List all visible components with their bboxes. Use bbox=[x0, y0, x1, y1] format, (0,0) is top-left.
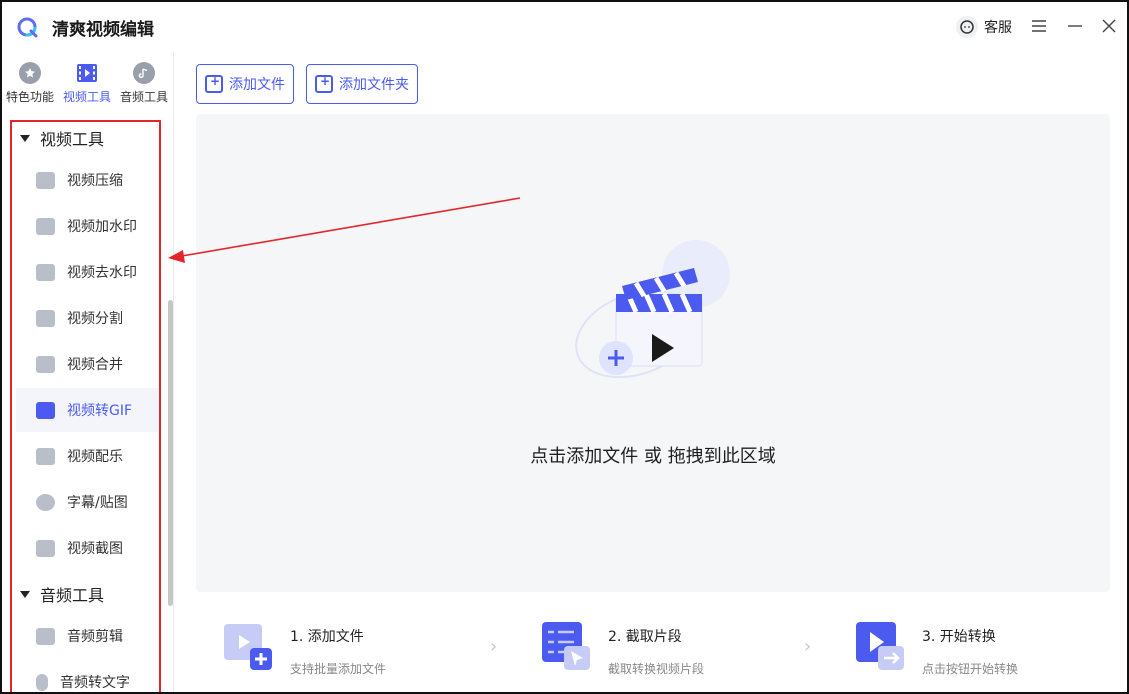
menu-icon bbox=[1032, 20, 1046, 32]
tab-video-tools-label: 视频工具 bbox=[62, 90, 111, 104]
tool-item-label: 视频配乐 bbox=[67, 449, 123, 465]
caret-down-icon bbox=[20, 134, 30, 142]
tool-item-video-screenshot[interactable]: 视频截图 bbox=[16, 526, 158, 570]
clapperboard-illustration-icon bbox=[575, 240, 730, 379]
tool-item-label: 视频分割 bbox=[67, 311, 123, 327]
screenshot-icon bbox=[36, 539, 55, 557]
tool-item-video-to-gif[interactable]: 视频转GIF bbox=[16, 388, 158, 432]
video-compress-icon bbox=[36, 171, 55, 189]
add-file-button[interactable]: 添加文件 bbox=[196, 64, 294, 104]
sidebar: 特色功能 视频工具 音频工具 视频工具 视频压缩 视频加水印 视频去水印 视频分… bbox=[2, 52, 174, 692]
menu-button[interactable] bbox=[1028, 14, 1050, 38]
minimize-button[interactable] bbox=[1064, 14, 1086, 38]
customer-service-button[interactable]: 客服 bbox=[956, 16, 1012, 38]
video-music-icon bbox=[36, 447, 55, 465]
tool-item-label: 视频转GIF bbox=[67, 403, 133, 419]
tool-item-video-compress[interactable]: 视频压缩 bbox=[16, 158, 158, 202]
video-icon bbox=[76, 62, 98, 84]
audio-tools-section-toggle[interactable]: 音频工具 bbox=[20, 582, 104, 606]
step-add-file: 1. 添加文件 支持批量添加文件 bbox=[222, 620, 386, 677]
tool-item-label: 音频转文字 bbox=[60, 675, 130, 691]
step-3-desc: 点击按钮开始转换 bbox=[922, 662, 1019, 676]
app-title: 清爽视频编辑 bbox=[52, 20, 154, 40]
step-2-desc: 截取转换视频片段 bbox=[608, 662, 705, 676]
start-convert-step-icon bbox=[856, 622, 904, 670]
app-window: 清爽视频编辑 客服 特色功能 视频工具 音频工具 视频工具 视频压缩 视频加水印… bbox=[0, 0, 1129, 694]
microphone-icon bbox=[36, 673, 48, 691]
add-folder-icon bbox=[315, 74, 333, 93]
star-icon bbox=[19, 62, 41, 84]
drop-zone-text: 点击添加文件 或 拖拽到此区域 bbox=[530, 446, 776, 467]
music-icon bbox=[133, 62, 155, 84]
tool-item-label: 视频截图 bbox=[67, 541, 123, 557]
step-cut-clip: 2. 截取片段 截取转换视频片段 bbox=[540, 620, 704, 677]
tool-item-audio-edit[interactable]: 音频剪辑 bbox=[16, 614, 158, 658]
add-file-label: 添加文件 bbox=[229, 77, 285, 93]
tool-item-label: 音频剪辑 bbox=[67, 629, 123, 645]
minimize-icon bbox=[1068, 25, 1082, 27]
split-icon bbox=[36, 309, 55, 327]
step-3-title: 3. 开始转换 bbox=[922, 629, 996, 645]
app-logo-icon bbox=[17, 17, 38, 38]
tab-audio-tools-label: 音频工具 bbox=[119, 90, 168, 104]
stamp-icon bbox=[36, 263, 55, 281]
sidebar-scrollbar[interactable] bbox=[168, 300, 173, 606]
tool-item-subtitle-sticker[interactable]: 字幕/贴图 bbox=[16, 480, 158, 524]
add-file-icon bbox=[205, 74, 223, 93]
tool-item-label: 视频加水印 bbox=[67, 219, 137, 235]
drop-zone[interactable]: 点击添加文件 或 拖拽到此区域 bbox=[196, 114, 1110, 592]
steps-guide: 1. 添加文件 支持批量添加文件 › 2. 截取片段 截取转换视频片段 › 3.… bbox=[196, 608, 1110, 688]
tab-audio-tools[interactable]: 音频工具 bbox=[116, 60, 172, 105]
tool-item-label: 视频压缩 bbox=[67, 173, 123, 189]
step-1-desc: 支持批量添加文件 bbox=[290, 662, 387, 676]
close-icon bbox=[1102, 19, 1116, 33]
sticker-icon bbox=[36, 493, 55, 511]
close-button[interactable] bbox=[1098, 14, 1120, 38]
step-2-title: 2. 截取片段 bbox=[608, 629, 682, 645]
tool-item-audio-to-text[interactable]: 音频转文字 bbox=[16, 660, 158, 692]
chevron-right-icon: › bbox=[804, 636, 812, 657]
video-tools-section-title: 视频工具 bbox=[40, 130, 105, 149]
step-1-title: 1. 添加文件 bbox=[290, 629, 364, 645]
video-watermark-icon bbox=[36, 217, 55, 235]
tool-item-video-remove-watermark[interactable]: 视频去水印 bbox=[16, 250, 158, 294]
tab-video-tools[interactable]: 视频工具 bbox=[59, 60, 115, 105]
top-tabs: 特色功能 视频工具 音频工具 bbox=[2, 60, 174, 112]
audio-edit-icon bbox=[36, 627, 55, 645]
tool-item-label: 视频去水印 bbox=[67, 265, 137, 281]
step-start-convert: 3. 开始转换 点击按钮开始转换 bbox=[854, 620, 1018, 677]
headset-icon bbox=[956, 16, 978, 38]
add-file-step-icon bbox=[224, 624, 272, 670]
tool-item-label: 视频合并 bbox=[67, 357, 123, 373]
tool-item-video-split[interactable]: 视频分割 bbox=[16, 296, 158, 340]
cut-clip-step-icon bbox=[542, 622, 590, 670]
customer-service-label: 客服 bbox=[984, 20, 1012, 36]
tab-featured-label: 特色功能 bbox=[5, 90, 54, 104]
tool-item-video-add-watermark[interactable]: 视频加水印 bbox=[16, 204, 158, 248]
merge-icon bbox=[36, 355, 55, 373]
video-tools-section-toggle[interactable]: 视频工具 bbox=[20, 126, 104, 150]
add-folder-button[interactable]: 添加文件夹 bbox=[306, 64, 418, 104]
gif-icon bbox=[36, 401, 55, 419]
add-folder-label: 添加文件夹 bbox=[339, 77, 409, 93]
tool-item-video-merge[interactable]: 视频合并 bbox=[16, 342, 158, 386]
tool-item-video-music[interactable]: 视频配乐 bbox=[16, 434, 158, 478]
tab-featured[interactable]: 特色功能 bbox=[2, 60, 58, 105]
title-bar: 清爽视频编辑 客服 bbox=[2, 2, 1127, 52]
audio-tools-section-title: 音频工具 bbox=[40, 586, 105, 605]
caret-down-icon bbox=[20, 590, 30, 598]
tool-item-label: 字幕/贴图 bbox=[67, 495, 128, 511]
chevron-right-icon: › bbox=[490, 636, 498, 657]
